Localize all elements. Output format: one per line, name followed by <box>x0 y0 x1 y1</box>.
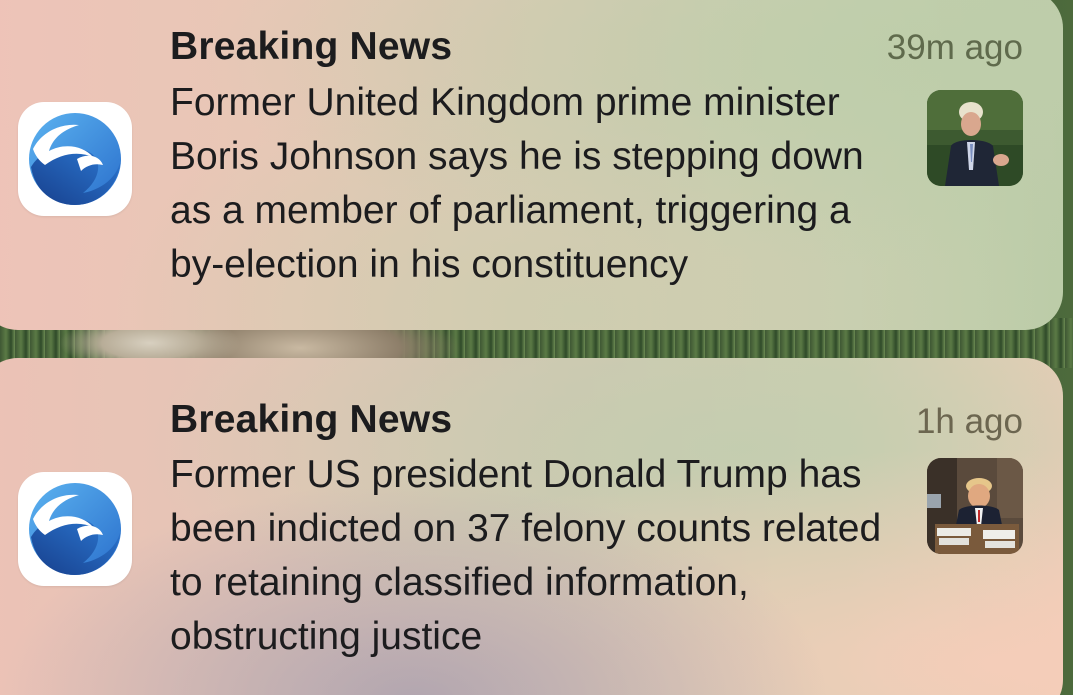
notification-body: Former US president Donald Trump has bee… <box>170 453 882 658</box>
notification-body: Former United Kingdom prime minister Bor… <box>170 81 864 286</box>
notification-thumbnail <box>927 458 1023 554</box>
notification-title: Breaking News <box>170 25 453 68</box>
notification-timestamp: 39m ago <box>886 28 1023 67</box>
notification-title: Breaking News <box>170 398 453 441</box>
notification-timestamp: 1h ago <box>915 402 1023 441</box>
boris-johnson-photo <box>927 90 1023 186</box>
donald-trump-photo <box>927 458 1023 554</box>
news-app-icon-graphic <box>29 483 121 575</box>
news-app-icon-graphic <box>29 113 121 205</box>
news-app-icon <box>18 472 132 586</box>
notification-card[interactable]: Breaking News 39m ago Former United King… <box>0 0 1063 330</box>
lock-screen: Breaking News 39m ago Former United King… <box>0 0 1073 695</box>
notification-thumbnail <box>927 90 1023 186</box>
notification-card[interactable]: Breaking News 1h ago Former US president… <box>0 358 1063 695</box>
news-app-icon <box>18 102 132 216</box>
